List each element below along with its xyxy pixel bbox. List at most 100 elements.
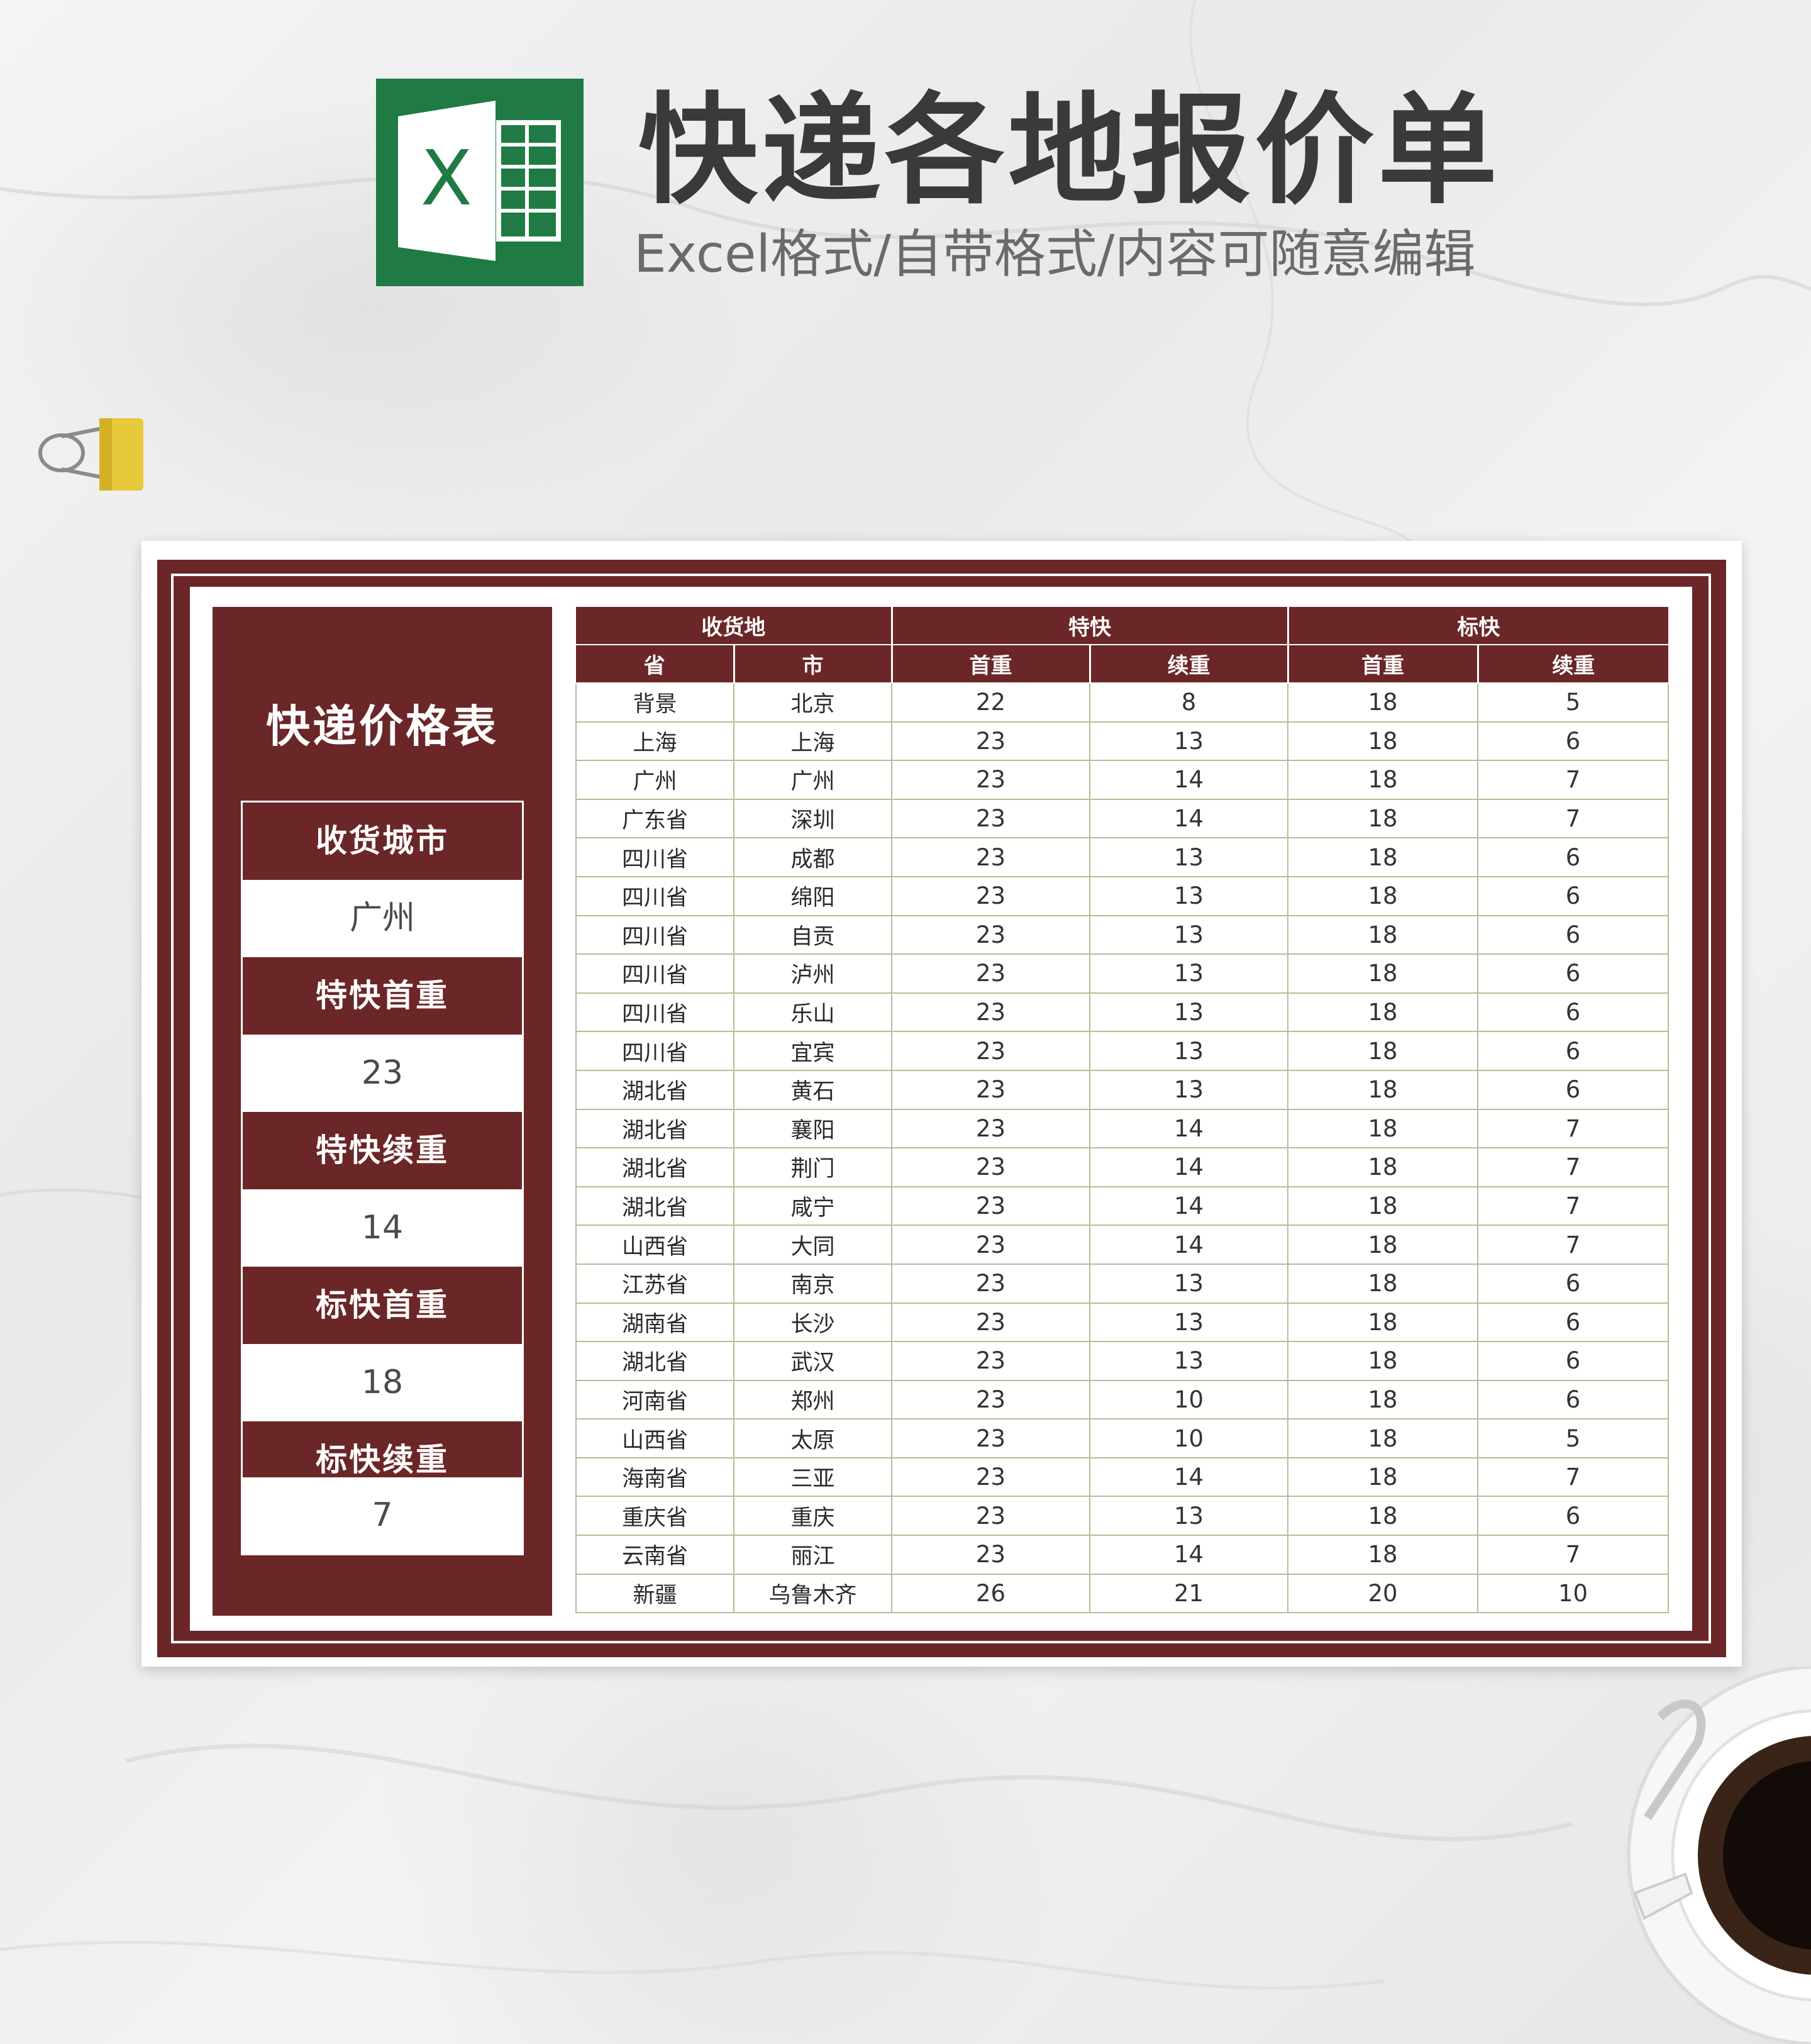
standard-first-cell[interactable]: 18 [1287,721,1478,762]
standard-extra-cell[interactable]: 6 [1477,1379,1669,1420]
express-first-cell[interactable]: 23 [891,1108,1090,1149]
standard-first-cell[interactable]: 18 [1287,1341,1478,1381]
province-cell[interactable]: 湖北省 [575,1186,734,1226]
standard-extra-cell[interactable]: 7 [1477,1147,1669,1187]
standard-extra-cell[interactable]: 7 [1477,798,1669,839]
express-first-cell[interactable]: 23 [891,1418,1090,1458]
express-extra-cell[interactable]: 14 [1089,1535,1288,1575]
standard-extra-cell[interactable]: 7 [1477,1186,1669,1226]
city-cell[interactable]: 广州 [733,760,892,800]
standard-first-cell[interactable]: 18 [1287,1535,1478,1575]
city-cell[interactable]: 重庆 [733,1496,892,1536]
city-cell[interactable]: 咸宁 [733,1186,892,1226]
standard-extra-cell[interactable]: 5 [1477,1418,1669,1458]
standard-extra-cell[interactable]: 6 [1477,1263,1669,1304]
express-first-cell[interactable]: 23 [891,1225,1090,1265]
province-cell[interactable]: 四川省 [575,914,734,955]
city-cell[interactable]: 大同 [733,1225,892,1265]
standard-extra-cell[interactable]: 7 [1477,760,1669,800]
city-cell[interactable]: 长沙 [733,1302,892,1343]
province-cell[interactable]: 湖北省 [575,1147,734,1187]
express-first-cell[interactable]: 23 [891,914,1090,955]
standard-first-cell[interactable]: 18 [1287,1186,1478,1226]
city-cell[interactable]: 北京 [733,682,892,723]
city-cell[interactable]: 黄石 [733,1069,892,1110]
express-first-cell[interactable]: 23 [891,798,1090,839]
standard-extra-cell[interactable]: 7 [1477,1535,1669,1575]
province-cell[interactable]: 江苏省 [575,1263,734,1304]
standard-extra-cell[interactable]: 6 [1477,1069,1669,1110]
city-cell[interactable]: 成都 [733,837,892,877]
standard-first-cell[interactable]: 18 [1287,1457,1478,1497]
city-cell[interactable]: 上海 [733,721,892,762]
express-first-cell[interactable]: 23 [891,1069,1090,1110]
city-cell[interactable]: 深圳 [733,798,892,839]
city-cell[interactable]: 自贡 [733,914,892,955]
province-cell[interactable]: 河南省 [575,1379,734,1420]
province-cell[interactable]: 上海 [575,721,734,762]
express-first-cell[interactable]: 23 [891,1302,1090,1343]
standard-first-cell[interactable]: 18 [1287,1379,1478,1420]
express-first-cell[interactable]: 23 [891,875,1090,916]
standard-extra-cell[interactable]: 6 [1477,875,1669,916]
standard-first-cell[interactable]: 18 [1287,798,1478,839]
express-first-cell[interactable]: 23 [891,1457,1090,1497]
province-cell[interactable]: 四川省 [575,953,734,994]
standard-first-cell[interactable]: 18 [1287,1496,1478,1536]
express-extra-cell[interactable]: 14 [1089,760,1288,800]
express-extra-cell[interactable]: 13 [1089,1341,1288,1381]
standard-extra-cell[interactable]: 6 [1477,837,1669,877]
province-cell[interactable]: 云南省 [575,1535,734,1575]
standard-first-cell[interactable]: 18 [1287,1108,1478,1149]
province-cell[interactable]: 四川省 [575,837,734,877]
express-extra-cell[interactable]: 13 [1089,721,1288,762]
city-cell[interactable]: 南京 [733,1263,892,1304]
standard-extra-cell[interactable]: 6 [1477,1496,1669,1536]
standard-extra-cell[interactable]: 6 [1477,992,1669,1033]
standard-first-cell[interactable]: 18 [1287,1418,1478,1458]
province-cell[interactable]: 四川省 [575,875,734,916]
standard-first-cell[interactable]: 18 [1287,953,1478,994]
express-extra-cell[interactable]: 10 [1089,1418,1288,1458]
express-first-cell[interactable]: 23 [891,1031,1090,1071]
standard-first-cell[interactable]: 18 [1287,1302,1478,1343]
standard-extra-cell[interactable]: 7 [1477,1108,1669,1149]
standard-first-cell[interactable]: 18 [1287,992,1478,1033]
city-cell[interactable]: 襄阳 [733,1108,892,1149]
value-receive-city[interactable]: 广州 [243,880,522,957]
standard-extra-cell[interactable]: 10 [1477,1573,1669,1614]
express-first-cell[interactable]: 22 [891,682,1090,723]
province-cell[interactable]: 新疆 [575,1573,734,1614]
province-cell[interactable]: 山西省 [575,1418,734,1458]
standard-extra-cell[interactable]: 6 [1477,1031,1669,1071]
standard-first-cell[interactable]: 18 [1287,1225,1478,1265]
express-first-cell[interactable]: 23 [891,837,1090,877]
express-first-cell[interactable]: 26 [891,1573,1090,1614]
province-cell[interactable]: 广东省 [575,798,734,839]
express-extra-cell[interactable]: 21 [1089,1573,1288,1614]
express-first-cell[interactable]: 23 [891,953,1090,994]
province-cell[interactable]: 重庆省 [575,1496,734,1536]
city-cell[interactable]: 武汉 [733,1341,892,1381]
province-cell[interactable]: 湖北省 [575,1108,734,1149]
city-cell[interactable]: 太原 [733,1418,892,1458]
express-extra-cell[interactable]: 13 [1089,875,1288,916]
express-first-cell[interactable]: 23 [891,992,1090,1033]
province-cell[interactable]: 湖南省 [575,1302,734,1343]
express-first-cell[interactable]: 23 [891,760,1090,800]
express-extra-cell[interactable]: 8 [1089,682,1288,723]
standard-first-cell[interactable]: 18 [1287,1263,1478,1304]
express-first-cell[interactable]: 23 [891,1341,1090,1381]
standard-extra-cell[interactable]: 6 [1477,914,1669,955]
province-cell[interactable]: 四川省 [575,992,734,1033]
standard-first-cell[interactable]: 18 [1287,1147,1478,1187]
express-extra-cell[interactable]: 14 [1089,1225,1288,1265]
express-first-cell[interactable]: 23 [891,1263,1090,1304]
express-extra-cell[interactable]: 13 [1089,1496,1288,1536]
express-extra-cell[interactable]: 13 [1089,1031,1288,1071]
province-cell[interactable]: 四川省 [575,1031,734,1071]
city-cell[interactable]: 三亚 [733,1457,892,1497]
city-cell[interactable]: 郑州 [733,1379,892,1420]
standard-first-cell[interactable]: 18 [1287,914,1478,955]
express-extra-cell[interactable]: 14 [1089,1457,1288,1497]
